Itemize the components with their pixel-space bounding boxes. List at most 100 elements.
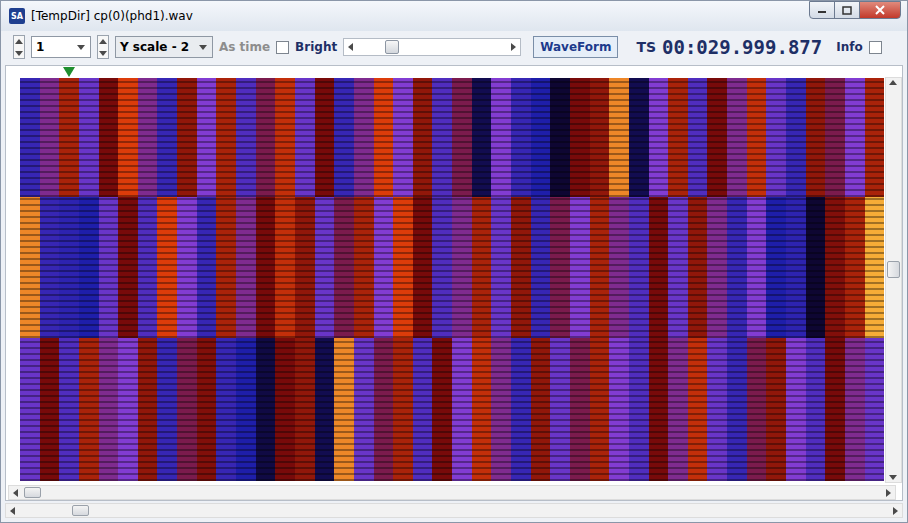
spectrogram-stripe xyxy=(432,338,452,481)
spin-up[interactable] xyxy=(98,36,108,47)
channel-spinner-right[interactable] xyxy=(97,35,109,59)
info-checkbox[interactable] xyxy=(869,41,882,54)
scroll-thumb[interactable] xyxy=(887,261,900,278)
spectrogram-stripe xyxy=(216,338,236,481)
spin-down[interactable] xyxy=(98,47,108,58)
spectrogram-stripe xyxy=(491,197,511,338)
channel-spinner-left[interactable] xyxy=(13,35,25,59)
arrow-up-icon xyxy=(888,78,898,88)
spectrogram-stripe xyxy=(766,338,786,481)
spectrogram-stripe xyxy=(157,197,177,338)
scroll-thumb[interactable] xyxy=(72,505,89,516)
outer-horizontal-scrollbar[interactable] xyxy=(5,503,903,518)
spectrogram-stripe xyxy=(472,338,492,481)
spectrogram-stripe xyxy=(374,338,394,481)
timestamp: 00:029.999.877 xyxy=(662,36,822,58)
spectrogram-stripe xyxy=(531,197,551,338)
spectrogram-stripe xyxy=(590,338,610,481)
arrow-right-icon xyxy=(883,488,893,498)
spectrogram-stripe xyxy=(138,78,158,197)
spectrogram-stripe xyxy=(707,197,727,338)
slider-track[interactable] xyxy=(358,39,506,55)
spectrogram-stripe xyxy=(491,338,511,481)
spectrogram-stripe xyxy=(825,197,845,338)
spectrogram-stripe xyxy=(157,338,177,481)
spectrogram-stripe xyxy=(707,78,727,197)
marker-icon[interactable] xyxy=(63,67,75,77)
spectrogram-stripe xyxy=(766,78,786,197)
spectrogram-stripe xyxy=(79,197,99,338)
channel-combo[interactable]: 1 xyxy=(31,36,91,58)
dropdown-icon xyxy=(198,42,208,52)
spectrogram-stripe xyxy=(118,78,138,197)
maximize-button[interactable] xyxy=(834,1,860,19)
bright-checkbox[interactable] xyxy=(276,41,289,54)
as-time-label: As time xyxy=(219,40,270,54)
spectrogram-stripe xyxy=(20,78,40,197)
scroll-arrow[interactable] xyxy=(886,472,900,482)
spectrogram-stripe xyxy=(766,197,786,338)
spectrogram-stripe xyxy=(845,78,865,197)
spectrogram-stripe xyxy=(629,338,649,481)
spectrogram-stripe xyxy=(177,197,197,338)
spectrogram-band xyxy=(20,78,884,197)
spectrogram-stripe xyxy=(177,78,197,197)
spectrogram-stripe xyxy=(197,78,217,197)
spectrogram-stripe xyxy=(727,78,747,197)
scroll-arrow[interactable] xyxy=(888,504,902,517)
spectrogram-stripe xyxy=(472,197,492,338)
spectrogram-stripe xyxy=(157,78,177,197)
spectrogram-stripe xyxy=(786,197,806,338)
spectrogram-stripe xyxy=(511,78,531,197)
scroll-thumb[interactable] xyxy=(24,487,41,498)
spectrogram-stripe xyxy=(275,197,295,338)
spectrogram-stripe xyxy=(40,78,60,197)
spectrogram-stripe xyxy=(825,338,845,481)
spectrogram-stripe xyxy=(668,78,688,197)
spin-down[interactable] xyxy=(14,47,24,58)
scroll-arrow[interactable] xyxy=(881,486,895,499)
arrow-left-icon xyxy=(346,42,356,52)
spectrogram-stripe xyxy=(197,197,217,338)
window: SA[TempDir] cp(0)(phd1).wav1Y scale - 2A… xyxy=(0,0,908,523)
spectrogram-stripe xyxy=(825,78,845,197)
y-scale-select[interactable]: Y scale - 2 xyxy=(115,36,213,58)
slider-thumb[interactable] xyxy=(385,40,399,54)
app-icon: SA xyxy=(9,8,25,24)
waveform-button[interactable]: WaveForm xyxy=(533,36,618,58)
scroll-track[interactable] xyxy=(23,486,881,499)
inner-horizontal-scrollbar[interactable] xyxy=(8,485,896,500)
spectrogram-stripe xyxy=(432,197,452,338)
spectrogram-stripe xyxy=(374,78,394,197)
arrow-right-icon xyxy=(508,42,518,52)
spectrogram-stripe xyxy=(40,338,60,481)
scroll-arrow[interactable] xyxy=(9,486,23,499)
spectrogram-stripe xyxy=(79,78,99,197)
spectrogram-stripe xyxy=(413,78,433,197)
spectrogram-stripe xyxy=(806,197,826,338)
scroll-track[interactable] xyxy=(886,88,901,472)
close-button[interactable] xyxy=(859,1,901,19)
scroll-track[interactable] xyxy=(20,504,888,517)
arrow-up-icon xyxy=(98,37,108,47)
minimize-button[interactable] xyxy=(809,1,835,19)
spectrogram-stripe xyxy=(550,338,570,481)
spectrogram-stripe xyxy=(649,197,669,338)
spectrogram-stripe xyxy=(118,197,138,338)
window-buttons xyxy=(810,1,901,19)
spectrogram-stripe xyxy=(315,78,335,197)
spectrogram-view xyxy=(5,65,903,501)
scroll-arrow[interactable] xyxy=(886,78,900,88)
spectrogram-stripe xyxy=(354,78,374,197)
spectrogram-stripe xyxy=(609,78,629,197)
bright-label: Bright xyxy=(295,40,337,54)
vertical-scrollbar[interactable] xyxy=(885,77,902,483)
spectrogram-stripe xyxy=(845,197,865,338)
slider[interactable] xyxy=(343,38,521,56)
spectrogram-stripe xyxy=(177,338,197,481)
spin-up[interactable] xyxy=(14,36,24,47)
spectrogram-stripe xyxy=(609,197,629,338)
spectrogram-stripe xyxy=(216,78,236,197)
spectrogram-stripe xyxy=(59,338,79,481)
scroll-arrow[interactable] xyxy=(6,504,20,517)
